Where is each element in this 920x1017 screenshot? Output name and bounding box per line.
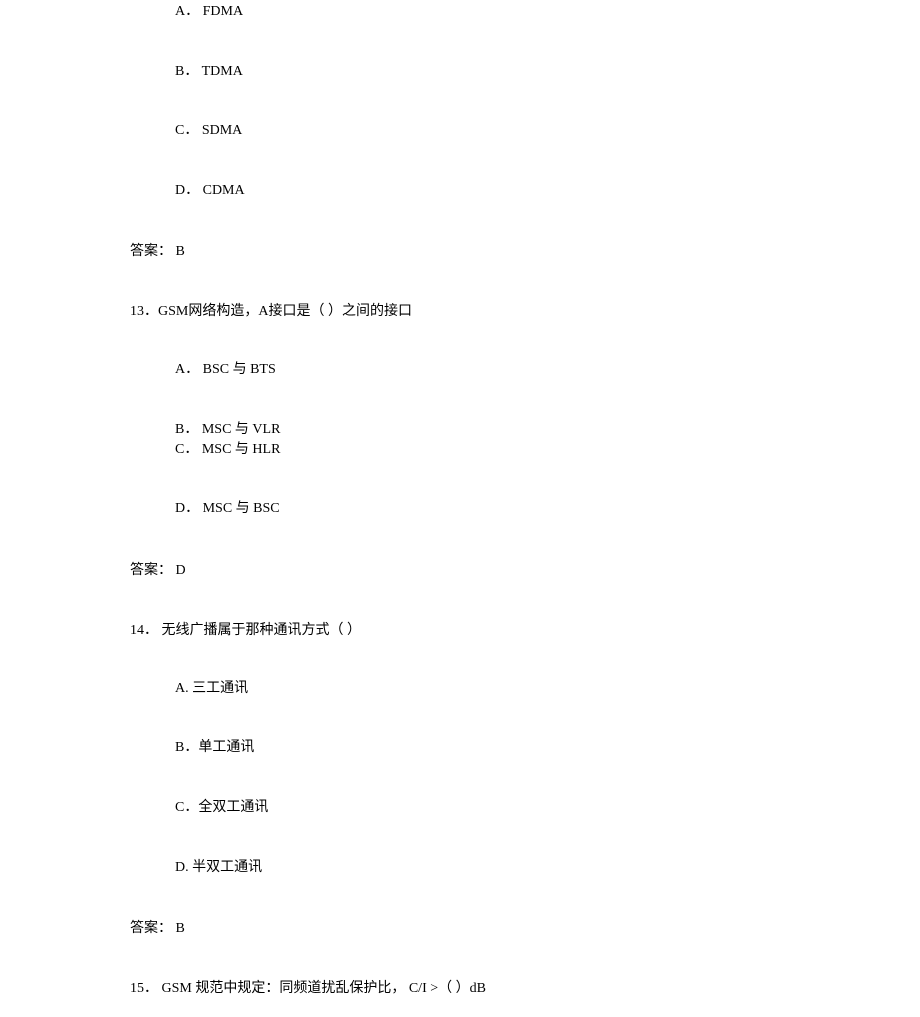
q13-option-a: A． BSC 与 BTS bbox=[130, 360, 920, 380]
q13-option-b: B． MSC 与 VLR bbox=[130, 420, 920, 440]
q14-text: 14． 无线广播属于那种通讯方式（ ） bbox=[130, 619, 920, 639]
q12-option-b: B． TDMA bbox=[130, 62, 920, 82]
q13-text: 13．GSM网络构造，A接口是（ ）之间的接口 bbox=[130, 300, 920, 320]
q13-option-d: D． MSC 与 BSC bbox=[130, 499, 920, 519]
q13-answer: 答案： D bbox=[130, 559, 920, 579]
q14-option-c: C．全双工通讯 bbox=[130, 798, 920, 818]
q14-option-a: A. 三工通讯 bbox=[130, 679, 920, 699]
q14-option-b: B．单工通讯 bbox=[130, 738, 920, 758]
q12-answer: 答案： B bbox=[130, 240, 920, 260]
q15-text: 15． GSM 规范中规定：同频道扰乱保护比， C/I >（ ）dB bbox=[130, 977, 920, 997]
q14-answer: 答案： B bbox=[130, 917, 920, 937]
q12-option-a: A． FDMA bbox=[130, 2, 920, 22]
q12-option-d: D． CDMA bbox=[130, 181, 920, 201]
q13-option-c: C． MSC 与 HLR bbox=[130, 440, 920, 460]
q14-option-d: D. 半双工通讯 bbox=[130, 858, 920, 878]
q12-option-c: C． SDMA bbox=[130, 121, 920, 141]
